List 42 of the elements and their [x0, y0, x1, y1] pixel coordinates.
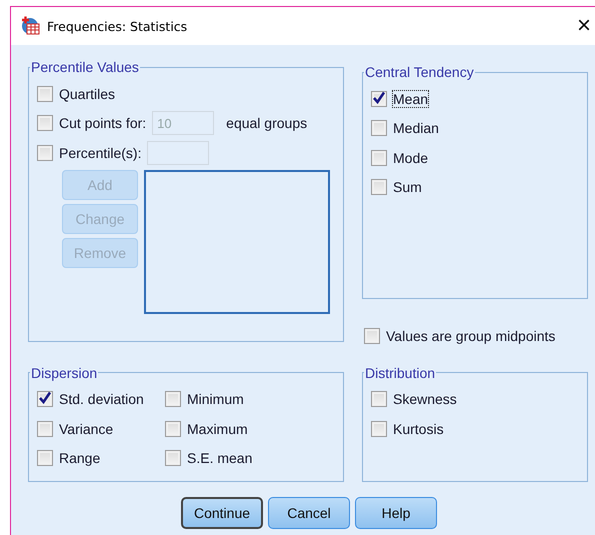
checkbox[interactable]: [37, 86, 53, 102]
check-icon: [372, 90, 386, 105]
check-icon: [38, 391, 52, 406]
checkbox-label[interactable]: Maximum: [187, 420, 248, 437]
checkbox-label[interactable]: Range: [59, 450, 100, 466]
checkbox[interactable]: [371, 420, 387, 437]
checkbox-label[interactable]: Std. deviation: [59, 391, 144, 408]
checkbox-label[interactable]: Values are group midpoints: [386, 328, 556, 344]
checkbox-label[interactable]: Minimum: [187, 391, 244, 408]
group-title: Dispersion: [30, 364, 98, 380]
checkbox-label[interactable]: Sum: [393, 179, 422, 196]
list-box[interactable]: [144, 170, 330, 314]
checkbox[interactable]: [371, 120, 387, 136]
checkbox[interactable]: [364, 328, 380, 344]
group-title: Distribution: [364, 364, 436, 380]
checkbox[interactable]: [371, 150, 387, 166]
checkbox-label[interactable]: Variance: [59, 420, 114, 437]
dialog-button[interactable]: Help: [355, 496, 437, 528]
checkbox-label[interactable]: S.E. mean: [187, 450, 252, 466]
dialog-button[interactable]: Continue: [181, 496, 263, 528]
checkbox-label[interactable]: Kurtosis: [393, 420, 444, 437]
checkbox[interactable]: [165, 391, 181, 408]
window-title: Frequencies: Statistics: [47, 18, 188, 34]
checkbox[interactable]: [37, 391, 53, 408]
table-icon: [21, 16, 41, 36]
checkbox[interactable]: [371, 391, 387, 408]
group-title: Percentile Values: [30, 59, 140, 75]
dialog-button[interactable]: Cancel: [268, 496, 350, 528]
field-suffix: equal groups: [226, 115, 308, 132]
checkbox[interactable]: [37, 420, 53, 437]
checkbox-label[interactable]: Quartiles: [59, 86, 116, 102]
checkbox-label[interactable]: Mode: [393, 150, 428, 166]
close-button[interactable]: ×: [574, 14, 594, 38]
checkbox-label[interactable]: Mean: [393, 90, 428, 107]
checkbox[interactable]: [37, 450, 53, 466]
group-title: Central Tendency: [364, 64, 475, 80]
checkbox[interactable]: [371, 90, 387, 107]
checkbox-label[interactable]: Skewness: [393, 391, 457, 408]
checkbox[interactable]: [165, 450, 181, 466]
checkbox[interactable]: [371, 179, 387, 196]
checkbox[interactable]: [165, 420, 181, 437]
checkbox-label[interactable]: Median: [393, 120, 439, 136]
